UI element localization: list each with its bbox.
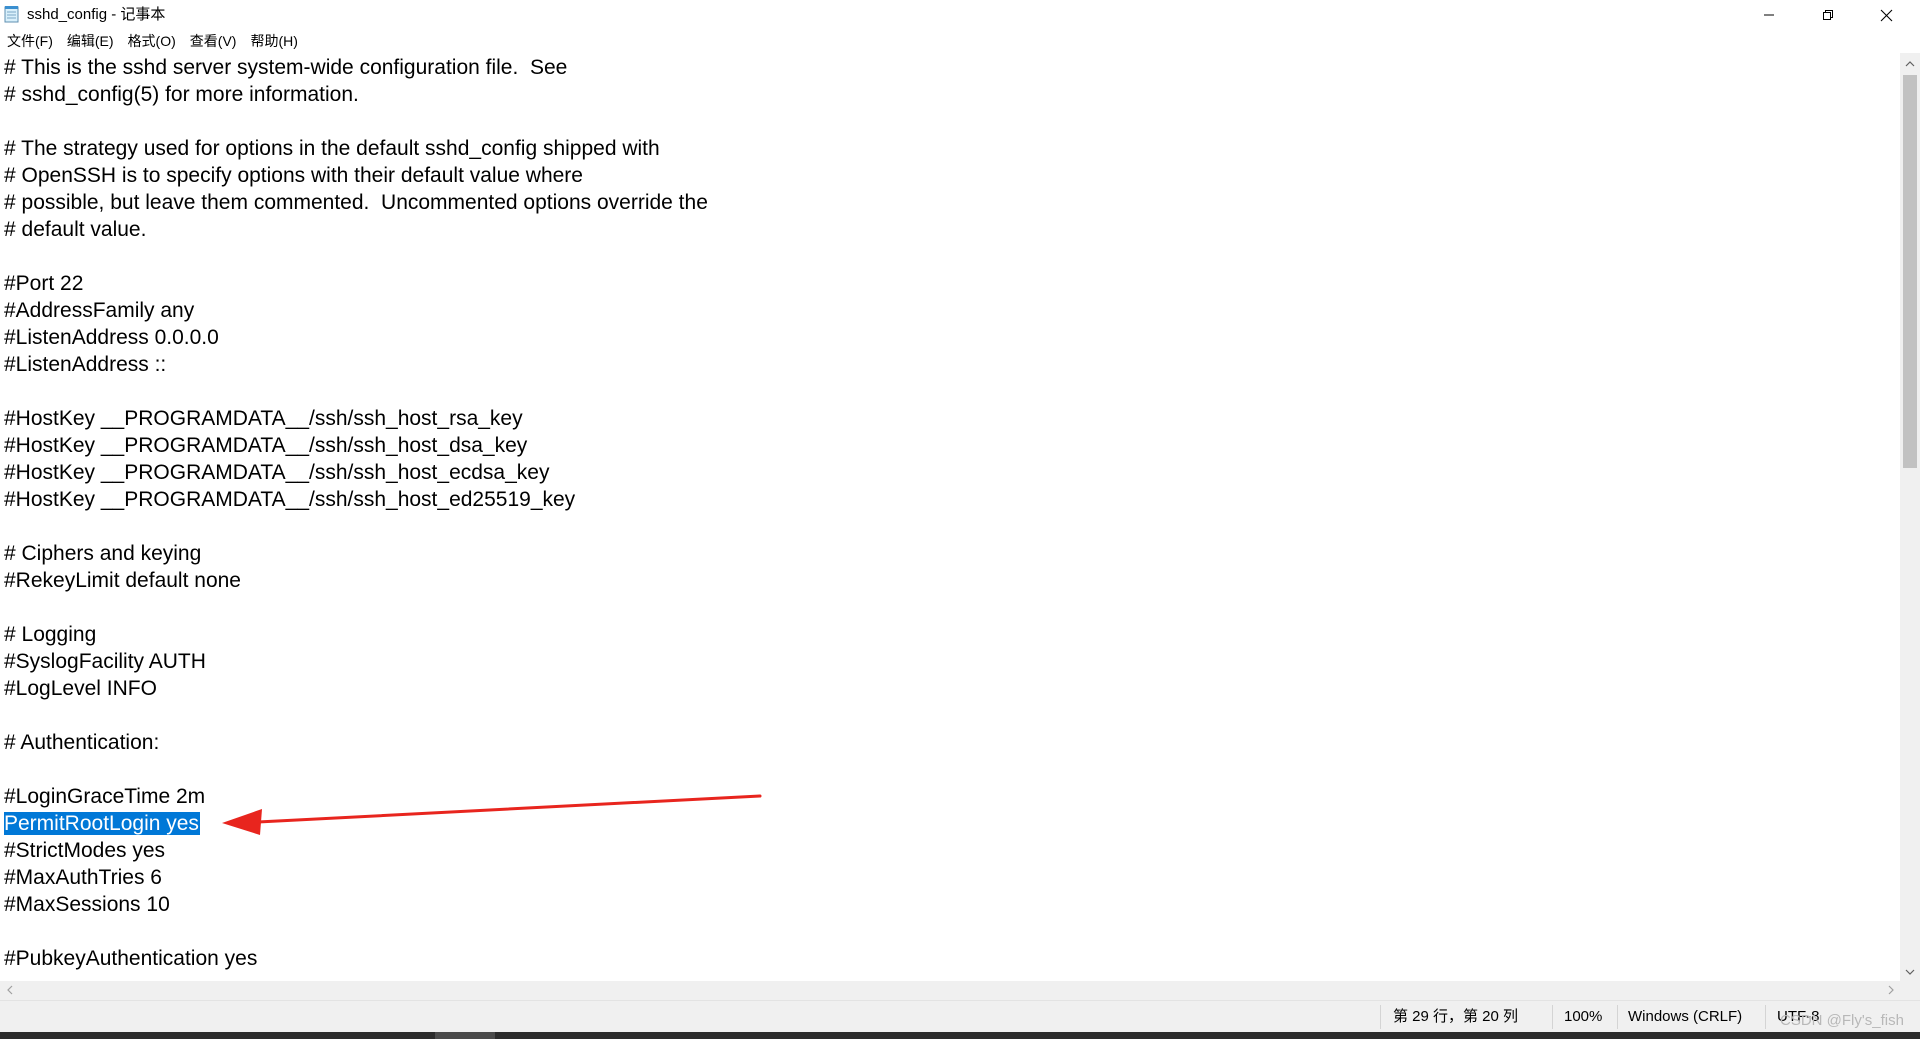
minimize-icon [1763, 9, 1775, 21]
scroll-up-button[interactable] [1900, 53, 1920, 73]
menu-edit[interactable]: 编辑(E) [60, 30, 121, 52]
editor-line: #HostKey __PROGRAMDATA__/ssh/ssh_host_rs… [4, 407, 523, 430]
chevron-right-icon [1888, 982, 1894, 1000]
editor-line: #MaxAuthTries 6 [4, 866, 162, 889]
editor-line: # sshd_config(5) for more information. [4, 83, 359, 106]
status-bar: 第 29 行，第 20 列 100% Windows (CRLF) UTF-8 [0, 1000, 1920, 1033]
vertical-scrollbar[interactable] [1900, 53, 1920, 981]
status-separator [1380, 1005, 1381, 1029]
scrollbar-corner [1900, 981, 1920, 1000]
restore-icon [1822, 9, 1834, 21]
title-bar: sshd_config - 记事本 [0, 0, 1920, 30]
horizontal-scrollbar[interactable] [0, 981, 1900, 1000]
editor-line: #HostKey __PROGRAMDATA__/ssh/ssh_host_ec… [4, 461, 550, 484]
close-button[interactable] [1857, 0, 1915, 30]
editor-line: #AddressFamily any [4, 299, 195, 322]
editor-line: #LogLevel INFO [4, 677, 157, 700]
editor-line: # Logging [4, 623, 97, 646]
scroll-right-button[interactable] [1881, 981, 1900, 1000]
status-cursor-position: 第 29 行，第 20 列 [1393, 1008, 1519, 1025]
editor-line: #PubkeyAuthentication yes [4, 947, 258, 970]
editor-line: #StrictModes yes [4, 839, 166, 862]
editor-line: #ListenAddress :: [4, 353, 167, 376]
window-title: sshd_config - 记事本 [27, 6, 166, 23]
status-zoom: 100% [1564, 1008, 1603, 1025]
chevron-down-icon [1905, 962, 1915, 980]
editor-line: PermitRootLogin yes [4, 810, 200, 837]
editor-line: #HostKey __PROGRAMDATA__/ssh/ssh_host_ed… [4, 488, 576, 511]
menu-bar: 文件(F) 编辑(E) 格式(O) 查看(V) 帮助(H) [0, 30, 1920, 52]
taskbar-edge [0, 1032, 1920, 1039]
notepad-window: sshd_config - 记事本 文件(F) 编辑(E) 格式(O) 查看(V… [0, 0, 1920, 1039]
vertical-scroll-thumb[interactable] [1903, 75, 1917, 468]
editor-line: #ListenAddress 0.0.0.0 [4, 326, 219, 349]
status-separator [1617, 1005, 1618, 1029]
restore-button[interactable] [1799, 0, 1857, 30]
editor-line: # Authentication: [4, 731, 160, 754]
text-editor-area[interactable]: # This is the sshd server system-wide co… [0, 53, 1900, 981]
editor-line: # The strategy used for options in the d… [4, 137, 660, 160]
editor-line: #HostKey __PROGRAMDATA__/ssh/ssh_host_ds… [4, 434, 528, 457]
scroll-left-button[interactable] [0, 981, 19, 1000]
minimize-button[interactable] [1740, 0, 1798, 30]
taskbar-item [435, 1032, 495, 1039]
chevron-left-icon [6, 982, 13, 1000]
editor-line: #SyslogFacility AUTH [4, 650, 206, 673]
editor-line: # OpenSSH is to specify options with the… [4, 164, 583, 187]
status-line-ending: Windows (CRLF) [1628, 1008, 1743, 1025]
close-icon [1880, 9, 1893, 22]
menu-view[interactable]: 查看(V) [183, 30, 244, 52]
editor-line: # This is the sshd server system-wide co… [4, 56, 568, 79]
watermark: CSDN @Fly's_fish [1780, 1012, 1904, 1029]
editor-line: # Ciphers and keying [4, 542, 202, 565]
editor-line: #Port 22 [4, 272, 84, 295]
editor-line: #MaxSessions 10 [4, 893, 170, 916]
notepad-icon [4, 5, 20, 23]
editor-line: # default value. [4, 218, 147, 241]
scroll-down-button[interactable] [1900, 961, 1920, 981]
editor-line: #LoginGraceTime 2m [4, 785, 206, 808]
status-separator [1552, 1005, 1553, 1029]
editor-line: #RekeyLimit default none [4, 569, 241, 592]
menu-file[interactable]: 文件(F) [0, 30, 60, 52]
editor-line: # possible, but leave them commented. Un… [4, 191, 708, 214]
menu-format[interactable]: 格式(O) [121, 30, 183, 52]
menu-help[interactable]: 帮助(H) [243, 30, 304, 52]
chevron-up-icon [1905, 54, 1915, 72]
status-separator [1765, 1005, 1766, 1029]
selected-text[interactable]: PermitRootLogin yes [4, 812, 200, 835]
